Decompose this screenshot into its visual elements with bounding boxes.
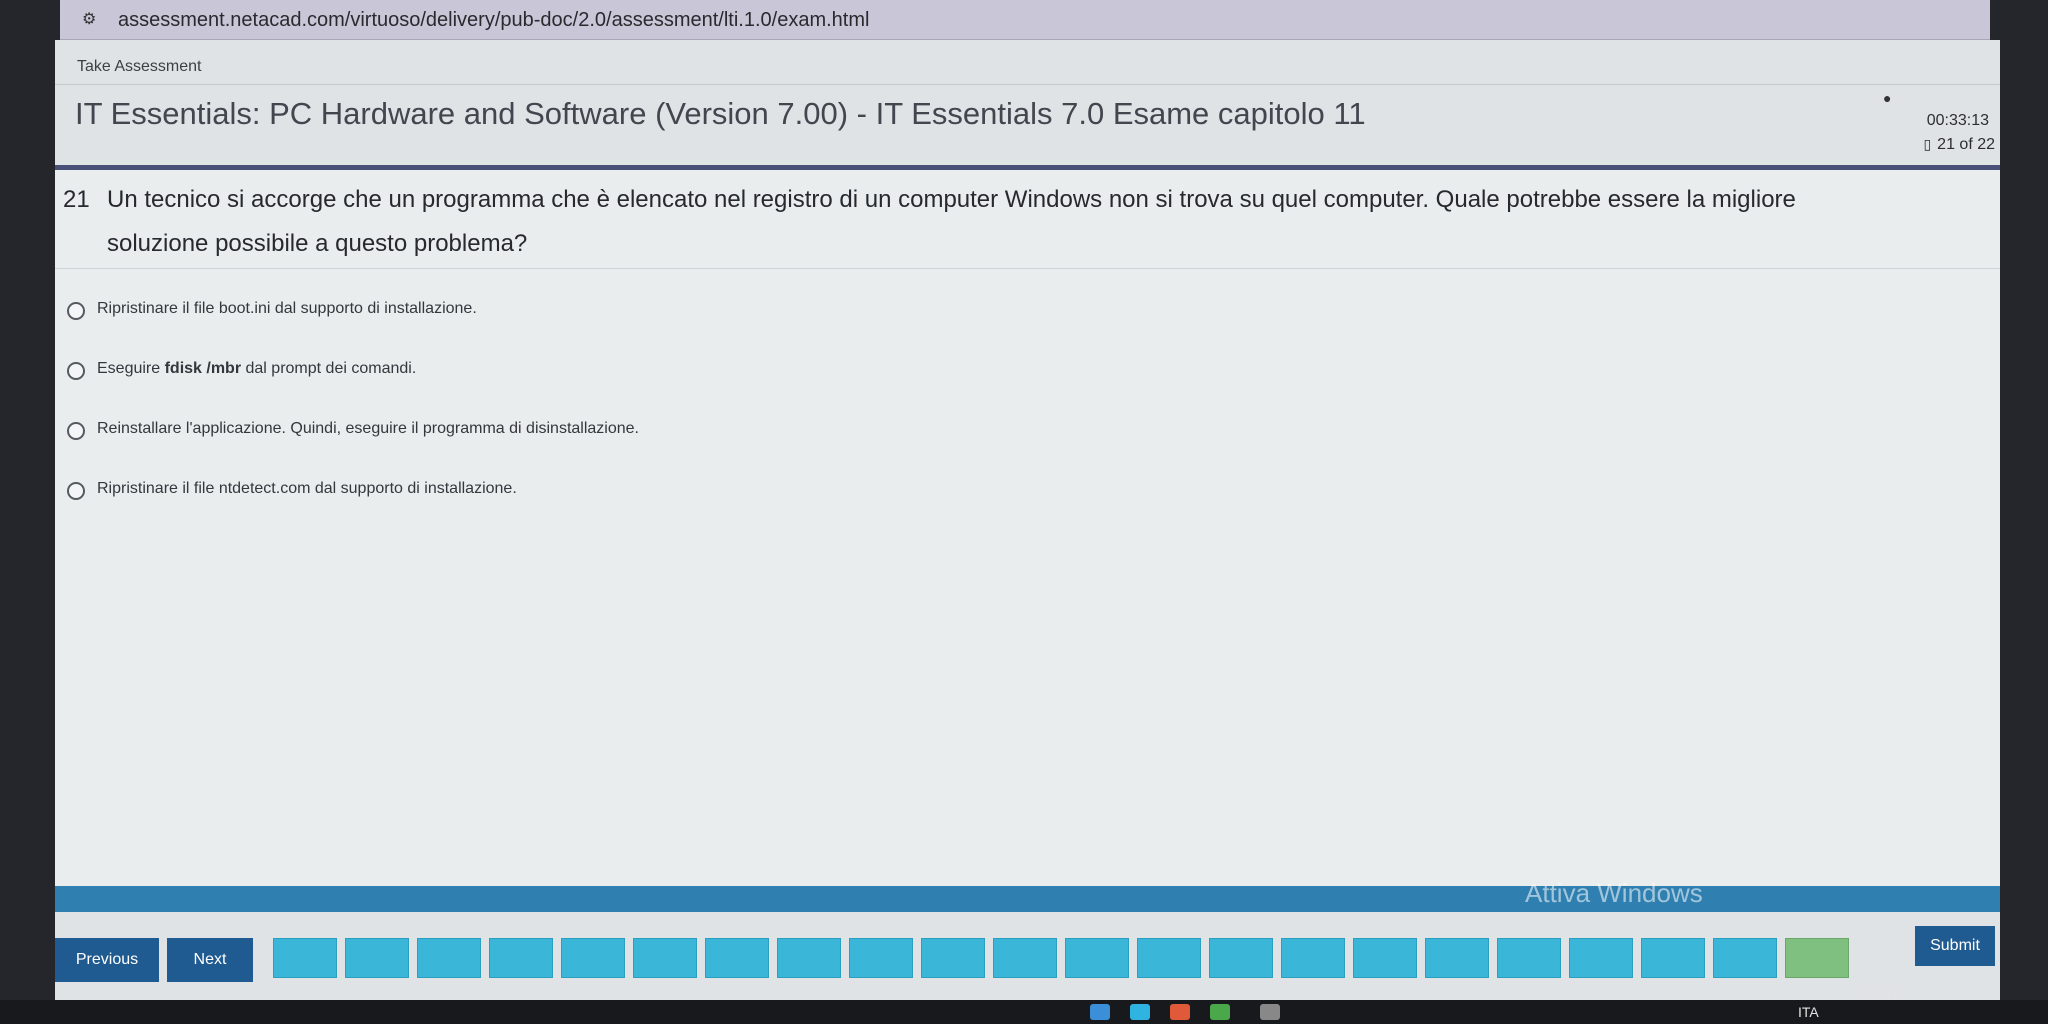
assessment-page: Take Assessment IT Essentials: PC Hardwa… <box>55 40 2000 1000</box>
answer-label[interactable]: Ripristinare il file ntdetect.com dal su… <box>97 480 517 498</box>
header-divider <box>55 84 2000 85</box>
store-icon[interactable] <box>1130 1004 1150 1020</box>
question-counter: ▯ 21 of 22 <box>1895 136 1995 154</box>
question-nav-box[interactable] <box>1137 938 1201 978</box>
radio-button[interactable] <box>67 362 85 380</box>
question-nav-box[interactable] <box>1713 938 1777 978</box>
question-nav-box[interactable] <box>1641 938 1705 978</box>
question-nav-box[interactable] <box>849 938 913 978</box>
answer-option-4[interactable]: Ripristinare il file ntdetect.com dal su… <box>67 476 967 506</box>
answer-option-1[interactable]: Ripristinare il file boot.ini dal suppor… <box>67 296 967 326</box>
question-nav-box[interactable] <box>993 938 1057 978</box>
question-nav-box[interactable] <box>1497 938 1561 978</box>
question-nav-box[interactable] <box>1785 938 1849 978</box>
question-nav-box[interactable] <box>921 938 985 978</box>
question-nav-box[interactable] <box>1065 938 1129 978</box>
previous-button[interactable]: Previous <box>55 938 159 982</box>
take-assessment-label: Take Assessment <box>77 58 202 75</box>
url-text[interactable]: assessment.netacad.com/virtuoso/delivery… <box>118 8 869 32</box>
question-nav-box[interactable] <box>1209 938 1273 978</box>
site-info-icon[interactable]: ⚙ <box>82 10 104 30</box>
browser-icon[interactable] <box>1090 1004 1110 1020</box>
taskbar-clock[interactable]: 12:19 <box>1862 986 1902 1004</box>
exam-title: IT Essentials: PC Hardware and Software … <box>75 96 1366 131</box>
app-icon[interactable] <box>1260 1004 1280 1020</box>
question-divider <box>55 268 2000 269</box>
radio-button[interactable] <box>67 302 85 320</box>
answer-label[interactable]: Eseguire fdisk /mbr dal prompt dei coman… <box>97 360 416 378</box>
timer-icon: ● <box>1883 90 1892 106</box>
question-nav-box[interactable] <box>561 938 625 978</box>
question-text: Un tecnico si accorge che un programma c… <box>107 186 1796 257</box>
question-nav-box[interactable] <box>489 938 553 978</box>
app-icon[interactable] <box>1210 1004 1230 1020</box>
question-nav-box[interactable] <box>345 938 409 978</box>
windows-activation-watermark: Attiva Windows <box>1525 878 1703 908</box>
question-nav-box[interactable] <box>705 938 769 978</box>
question-nav-box[interactable] <box>777 938 841 978</box>
question-nav-box[interactable] <box>1569 938 1633 978</box>
flag-icon[interactable]: ▯ <box>1923 136 1931 152</box>
progress-strip <box>55 886 2000 912</box>
question-nav-box[interactable] <box>1353 938 1417 978</box>
taskbar <box>0 1000 2048 1024</box>
question-number: 21 <box>63 186 90 213</box>
radio-button[interactable] <box>67 422 85 440</box>
next-button[interactable]: Next <box>167 938 253 982</box>
navigation-bar: Previous Next Submit <box>55 912 2000 1000</box>
address-bar[interactable]: ⚙ assessment.netacad.com/virtuoso/delive… <box>60 0 1990 40</box>
radio-button[interactable] <box>67 482 85 500</box>
submit-button[interactable]: Submit <box>1915 926 1995 966</box>
answer-option-2[interactable]: Eseguire fdisk /mbr dal prompt dei coman… <box>67 356 967 386</box>
question-nav-box[interactable] <box>273 938 337 978</box>
language-indicator[interactable]: ITA <box>1798 1004 1819 1020</box>
answer-option-3[interactable]: Reinstallare l'applicazione. Quindi, ese… <box>67 416 967 446</box>
timer: 00:33:13 <box>1926 112 1989 129</box>
answer-label[interactable]: Reinstallare l'applicazione. Quindi, ese… <box>97 420 639 438</box>
question-nav-box[interactable] <box>1425 938 1489 978</box>
question-nav-box[interactable] <box>633 938 697 978</box>
question-nav-box[interactable] <box>1281 938 1345 978</box>
screen: ⚙ assessment.netacad.com/virtuoso/delive… <box>0 0 2048 1024</box>
question-nav-box[interactable] <box>417 938 481 978</box>
exam-header: Take Assessment IT Essentials: PC Hardwa… <box>55 40 2000 170</box>
answer-label[interactable]: Ripristinare il file boot.ini dal suppor… <box>97 300 477 318</box>
counter-text: 21 of 22 <box>1937 136 1995 153</box>
app-icon[interactable] <box>1170 1004 1190 1020</box>
